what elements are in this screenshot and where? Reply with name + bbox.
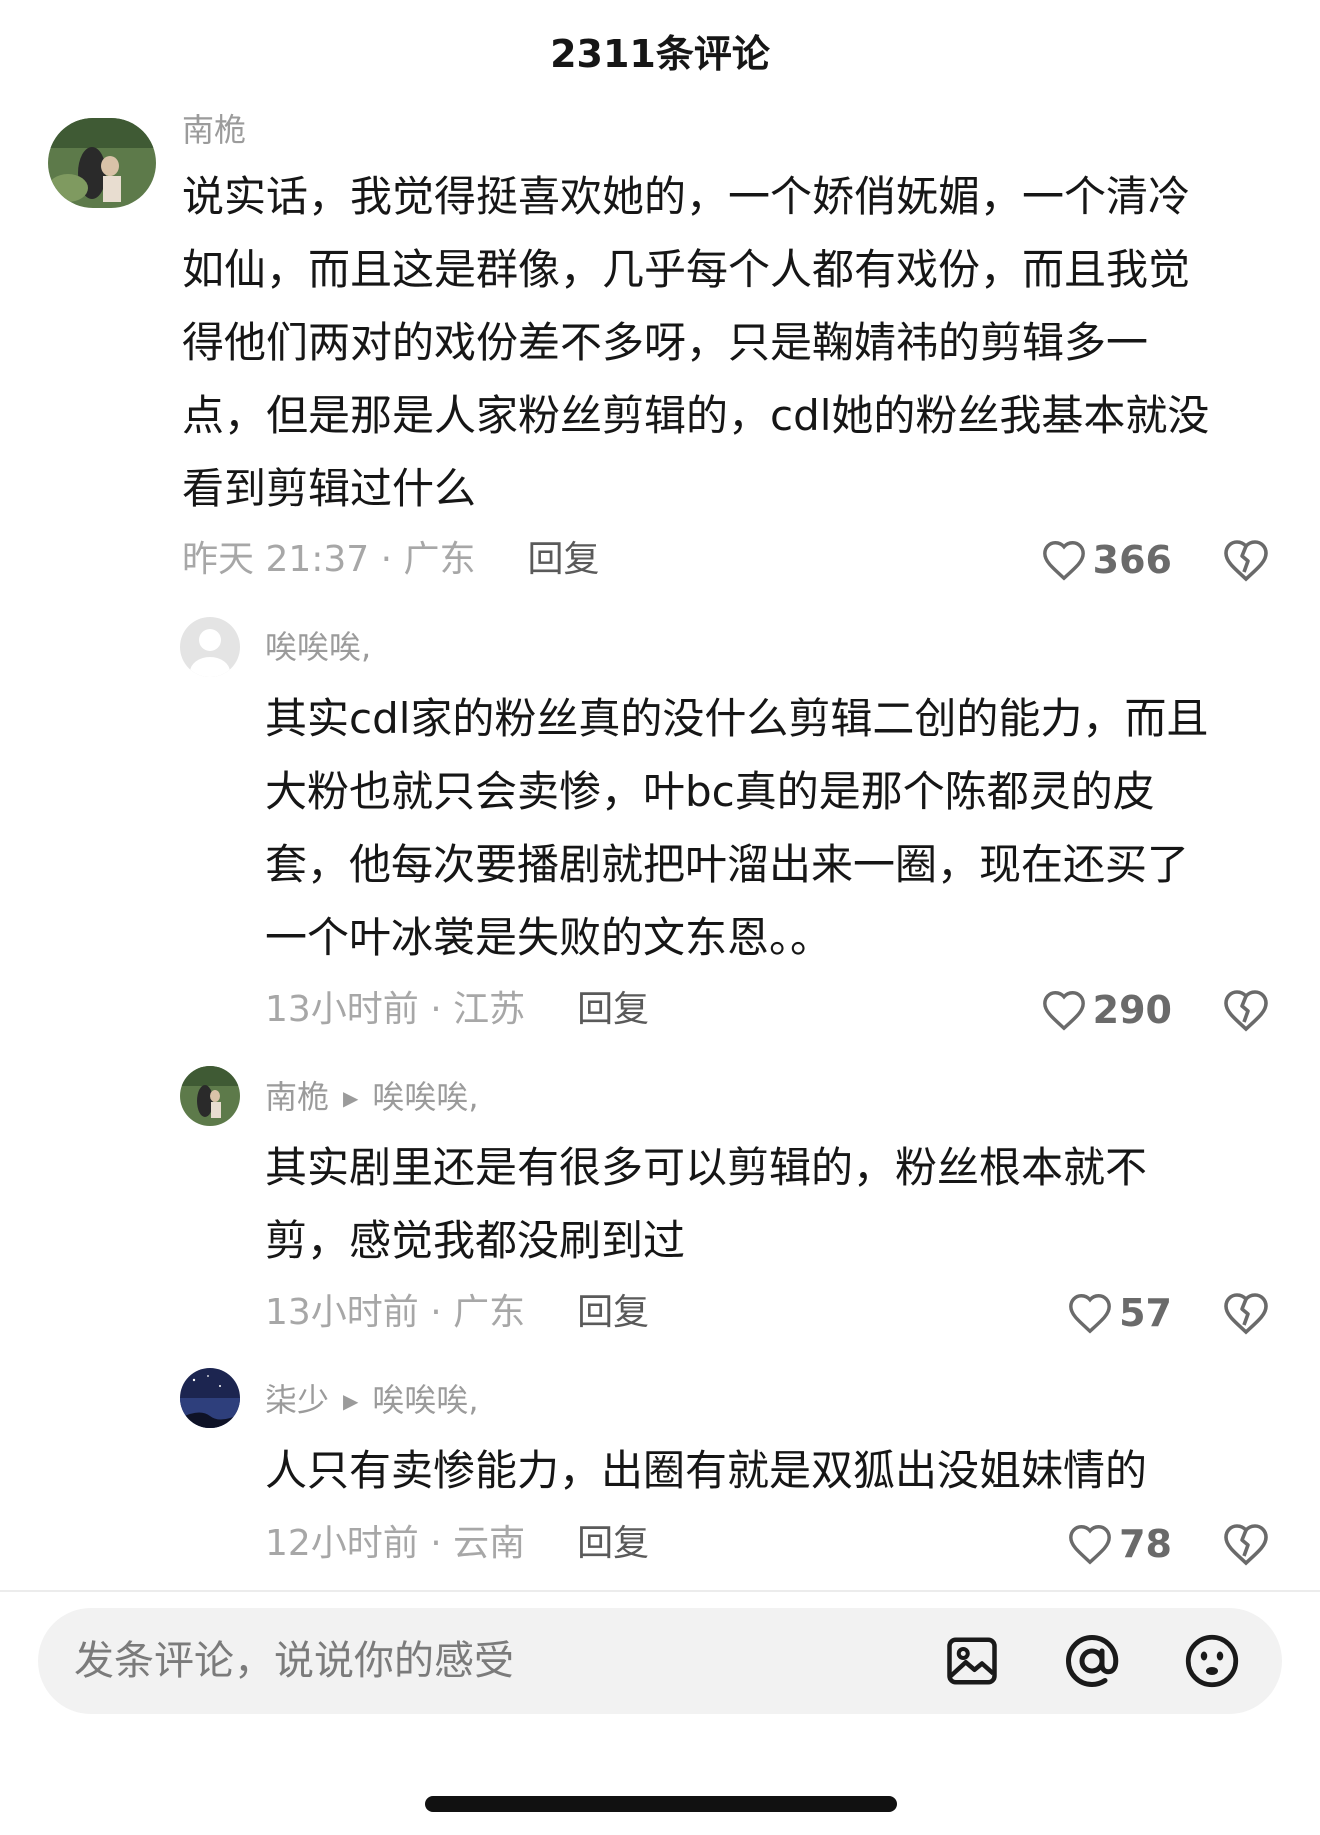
comment-meta: 昨天 21:37 · 广东 回复 <box>182 534 600 586</box>
comment-meta: 13小时前 · 江苏 回复 <box>265 984 649 1036</box>
broken-heart-icon[interactable] <box>1222 986 1270 1034</box>
avatar-photo-icon <box>48 118 156 208</box>
reply-button[interactable]: 回复 <box>577 1292 649 1333</box>
comment-time-location: 昨天 21:37 · 广东 <box>182 539 476 580</box>
broken-heart-icon[interactable] <box>1222 1289 1270 1337</box>
avatar[interactable] <box>180 1066 240 1126</box>
reply-button[interactable]: 回复 <box>577 989 649 1030</box>
triangle-right-icon: ▶ <box>343 1389 359 1413</box>
heart-outline-icon <box>1042 541 1085 581</box>
triangle-right-icon: ▶ <box>343 1086 359 1110</box>
comment-text: 其实cdl家的粉丝真的没什么剪辑二创的能力，而且 大粉也就只会卖惨，叶bc真的是… <box>265 694 1209 962</box>
broken-heart-icon[interactable] <box>1222 536 1270 584</box>
like-count: 366 <box>1092 538 1172 582</box>
avatar[interactable] <box>48 118 156 208</box>
emoji-icon[interactable] <box>1182 1631 1242 1691</box>
divider <box>0 1590 1320 1592</box>
like-count: 290 <box>1092 988 1172 1032</box>
at-sign-icon[interactable] <box>1062 1631 1122 1691</box>
home-indicator[interactable] <box>425 1796 897 1812</box>
like-button[interactable]: 290 <box>1041 984 1172 1036</box>
comment-author[interactable]: 南桅 <box>182 108 246 152</box>
heart-outline-icon <box>1069 1294 1112 1334</box>
like-button[interactable]: 366 <box>1041 534 1172 586</box>
comment-input-bar[interactable]: 发条评论，说说你的感受 <box>38 1608 1282 1714</box>
comment-text: 其实剧里还是有很多可以剪辑的，粉丝根本就不 剪，感觉我都没刷到过 <box>265 1143 1148 1265</box>
comment-meta: 12小时前 · 云南 回复 <box>265 1518 649 1570</box>
comment-text: 说实话，我觉得挺喜欢她的，一个娇俏妩媚，一个清冷 如仙，而且这是群像，几乎每个人… <box>182 172 1210 513</box>
avatar[interactable] <box>180 1368 240 1428</box>
comments-count-title: 2311条评论 <box>550 32 770 76</box>
like-button[interactable]: 57 <box>1067 1287 1172 1339</box>
reply-button[interactable]: 回复 <box>528 539 600 580</box>
like-button[interactable]: 78 <box>1067 1518 1172 1570</box>
broken-heart-icon[interactable] <box>1222 1520 1270 1568</box>
comment-input-placeholder[interactable]: 发条评论，说说你的感受 <box>74 1608 514 1714</box>
comment-author[interactable]: 柒少 ▶ 唉唉唉, <box>265 1378 479 1423</box>
like-count: 57 <box>1119 1291 1172 1335</box>
heart-outline-icon <box>1042 991 1085 1031</box>
reply-to-author[interactable]: 唉唉唉, <box>372 1078 478 1116</box>
reply-to-author[interactable]: 唉唉唉, <box>372 1381 478 1419</box>
night-sky-avatar-icon <box>180 1368 240 1428</box>
comment-time-location: 12小时前 · 云南 <box>265 1523 526 1564</box>
reply-button[interactable]: 回复 <box>577 1523 649 1564</box>
avatar[interactable] <box>180 617 240 677</box>
avatar-photo-icon <box>180 1066 240 1126</box>
heart-outline-icon <box>1069 1525 1112 1565</box>
comment-time-location: 13小时前 · 广东 <box>265 1292 526 1333</box>
image-icon[interactable] <box>942 1631 1002 1691</box>
comment-author[interactable]: 南桅 ▶ 唉唉唉, <box>265 1075 479 1120</box>
comment-text: 人只有卖惨能力，出圈有就是双狐出没姐妹情的 <box>265 1446 1148 1495</box>
comment-author[interactable]: 唉唉唉, <box>265 625 371 669</box>
like-count: 78 <box>1119 1522 1172 1566</box>
comment-meta: 13小时前 · 广东 回复 <box>265 1287 649 1339</box>
default-user-avatar-icon <box>180 617 240 677</box>
comment-time-location: 13小时前 · 江苏 <box>265 989 526 1030</box>
